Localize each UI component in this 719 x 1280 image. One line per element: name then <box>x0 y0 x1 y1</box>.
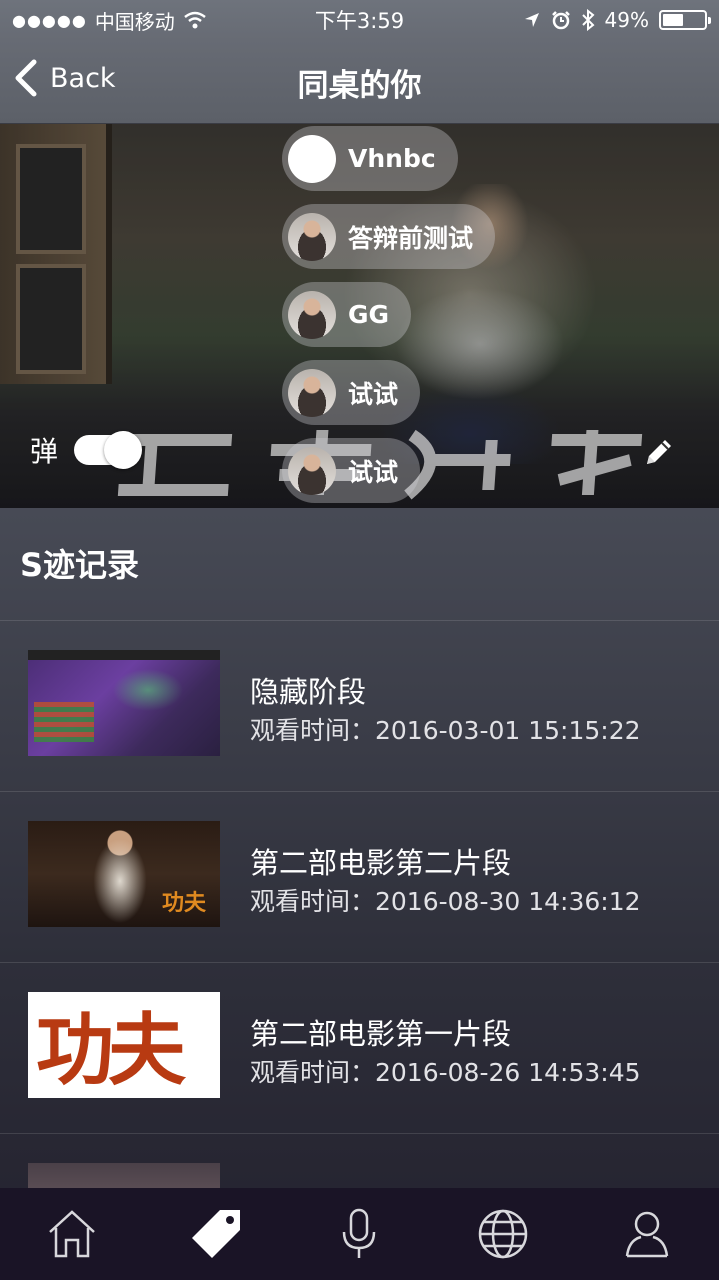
tab-tag[interactable] <box>186 1204 246 1264</box>
danmaku-bubble[interactable]: 试试 <box>282 438 421 503</box>
tab-voice[interactable] <box>329 1204 389 1264</box>
danmaku-list: Vhnbc 答辩前测试 GG 试试 试试 <box>282 126 496 503</box>
status-left: ●●●●● 中国移动 <box>12 6 207 35</box>
danmaku-bubble[interactable]: GG <box>282 282 412 347</box>
history-item[interactable]: 第二部电影第一片段 观看时间：2016-08-26 14:53:45 <box>0 963 719 1134</box>
avatar <box>288 446 336 495</box>
avatar <box>288 290 336 339</box>
alarm-icon <box>551 11 570 30</box>
tab-profile[interactable] <box>617 1204 677 1264</box>
danmaku-user: 试试 <box>348 457 399 487</box>
danmaku-toggle-label: 弹 <box>30 435 59 468</box>
battery-percent: 49% <box>604 8 649 32</box>
home-icon <box>49 1210 95 1258</box>
section-title: S迹记录 <box>20 546 140 584</box>
tag-icon <box>191 1210 240 1258</box>
tab-home[interactable] <box>42 1204 102 1264</box>
danmaku-bubble[interactable]: Vhnbc <box>282 126 458 191</box>
danmaku-user: Vhnbc <box>348 144 436 173</box>
avatar <box>288 134 336 183</box>
avatar <box>288 368 336 417</box>
history-item-title: 隐藏阶段 <box>250 675 367 709</box>
danmaku-toggle-switch[interactable] <box>74 431 143 469</box>
history-item[interactable]: 第二部电影第二片段 观看时间：2016-08-30 14:36:12 <box>0 792 719 963</box>
danmaku-toggle-row: 弹 <box>30 430 143 470</box>
history-item-watch-time: 观看时间：2016-08-26 14:53:45 <box>250 1058 641 1087</box>
globe-icon <box>479 1209 528 1259</box>
status-right: 49% <box>523 8 711 32</box>
wifi-icon <box>184 11 206 29</box>
danmaku-bubble[interactable]: 答辩前测试 <box>282 204 496 269</box>
microphone-icon <box>343 1208 376 1258</box>
danmaku-user: 试试 <box>348 379 399 409</box>
status-bar: ●●●●● 中国移动 下午3:59 49% <box>0 0 719 40</box>
movie-poster-player[interactable]: Vhnbc 答辩前测试 GG 试试 试试 弹 <box>0 124 719 508</box>
toggle-knob <box>104 431 143 469</box>
avatar <box>288 212 336 261</box>
chevron-left-icon <box>15 59 37 97</box>
video-thumbnail <box>28 650 220 756</box>
danmaku-user: 答辩前测试 <box>348 223 474 253</box>
video-thumbnail <box>28 992 220 1098</box>
history-item-watch-time: 观看时间：2016-08-30 14:36:12 <box>250 887 641 916</box>
history-item-title: 第二部电影第一片段 <box>250 1017 512 1051</box>
history-item-title: 第二部电影第二片段 <box>250 846 512 880</box>
pencil-icon[interactable] <box>641 436 675 470</box>
video-thumbnail <box>28 821 220 927</box>
history-item[interactable]: 隐藏阶段 观看时间：2016-03-01 15:15:22 <box>0 621 719 792</box>
navigation-bar: Back 同桌的你 <box>0 40 719 124</box>
danmaku-user: GG <box>348 300 390 329</box>
history-item-watch-time: 观看时间：2016-03-01 15:15:22 <box>250 716 641 745</box>
back-button[interactable]: Back <box>12 58 116 98</box>
user-icon <box>625 1211 669 1258</box>
battery-level <box>663 14 683 26</box>
bluetooth-icon <box>581 9 595 31</box>
location-arrow-icon <box>524 13 539 27</box>
battery-icon <box>659 10 711 30</box>
danmaku-bubble[interactable]: 试试 <box>282 360 421 425</box>
tab-bar <box>0 1188 719 1280</box>
back-label: Back <box>50 62 116 94</box>
tab-explore[interactable] <box>473 1204 533 1264</box>
signal-strength-icon: ●●●●● <box>12 10 87 30</box>
carrier-name: 中国移动 <box>94 9 175 34</box>
